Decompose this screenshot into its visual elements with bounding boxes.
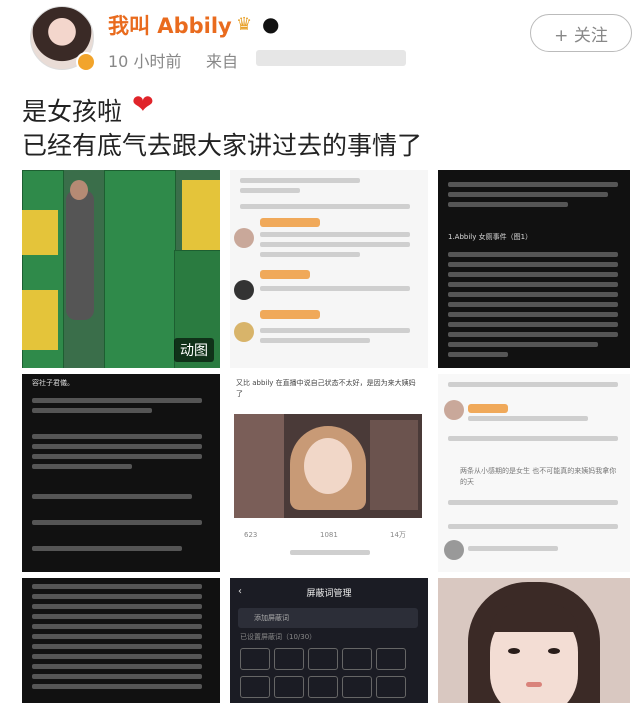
cell8-count: 已设置屏蔽词（10/30） bbox=[240, 633, 317, 641]
crown-icon: ♛ bbox=[236, 14, 253, 35]
cell4-title: 容社子君儀。 bbox=[32, 379, 74, 387]
source-label: 来自 bbox=[206, 52, 239, 71]
post-image-2[interactable] bbox=[230, 170, 428, 368]
post-time: 10 小时前 bbox=[108, 52, 182, 71]
post-image-5[interactable]: 又比 abbily 在直播中说自己状态不太好，是因为来大姨妈了 623 1081… bbox=[230, 374, 428, 572]
post-image-7[interactable] bbox=[22, 578, 220, 703]
post-text-line-2: 已经有底气去跟大家讲过去的事情了 bbox=[22, 131, 423, 160]
cell5-text: 又比 abbily 在直播中说自己状态不太好，是因为来大姨妈了 bbox=[236, 379, 416, 398]
source-blurred bbox=[256, 50, 406, 66]
cell6-text: 两条从小感期的是女生 也不可能真的来姨妈我拿你的天 bbox=[460, 467, 617, 486]
cell5-likes: 623 bbox=[244, 531, 258, 539]
cell8-input: 添加屏蔽词 bbox=[254, 614, 289, 622]
post-image-8[interactable]: ‹ 屏蔽词管理 添加屏蔽词 已设置屏蔽词（10/30） bbox=[230, 578, 428, 703]
post-image-9[interactable] bbox=[438, 578, 630, 703]
verified-badge-icon bbox=[76, 52, 96, 72]
gif-badge: 动图 bbox=[174, 338, 214, 362]
heart-icon: ❤ bbox=[132, 90, 154, 120]
cell8-title: 屏蔽词管理 bbox=[306, 589, 352, 599]
panda-icon: ● bbox=[262, 12, 280, 36]
cell3-heading: 1.Abbily 女厕事件（图1） bbox=[448, 233, 533, 241]
post-image-1[interactable]: 动图 bbox=[22, 170, 220, 368]
username[interactable]: 我叫 Abbily bbox=[108, 10, 232, 40]
follow-button[interactable]: + 关注 bbox=[530, 14, 632, 52]
cell5-comments: 1081 bbox=[320, 531, 338, 539]
cell5-views: 14万 bbox=[390, 531, 406, 539]
post-image-4[interactable]: 容社子君儀。 bbox=[22, 374, 220, 572]
post-image-3[interactable]: 1.Abbily 女厕事件（图1） bbox=[438, 170, 630, 368]
post-image-6[interactable]: 两条从小感期的是女生 也不可能真的来姨妈我拿你的天 bbox=[438, 374, 630, 572]
post-text-line-1: 是女孩啦 bbox=[22, 97, 123, 126]
